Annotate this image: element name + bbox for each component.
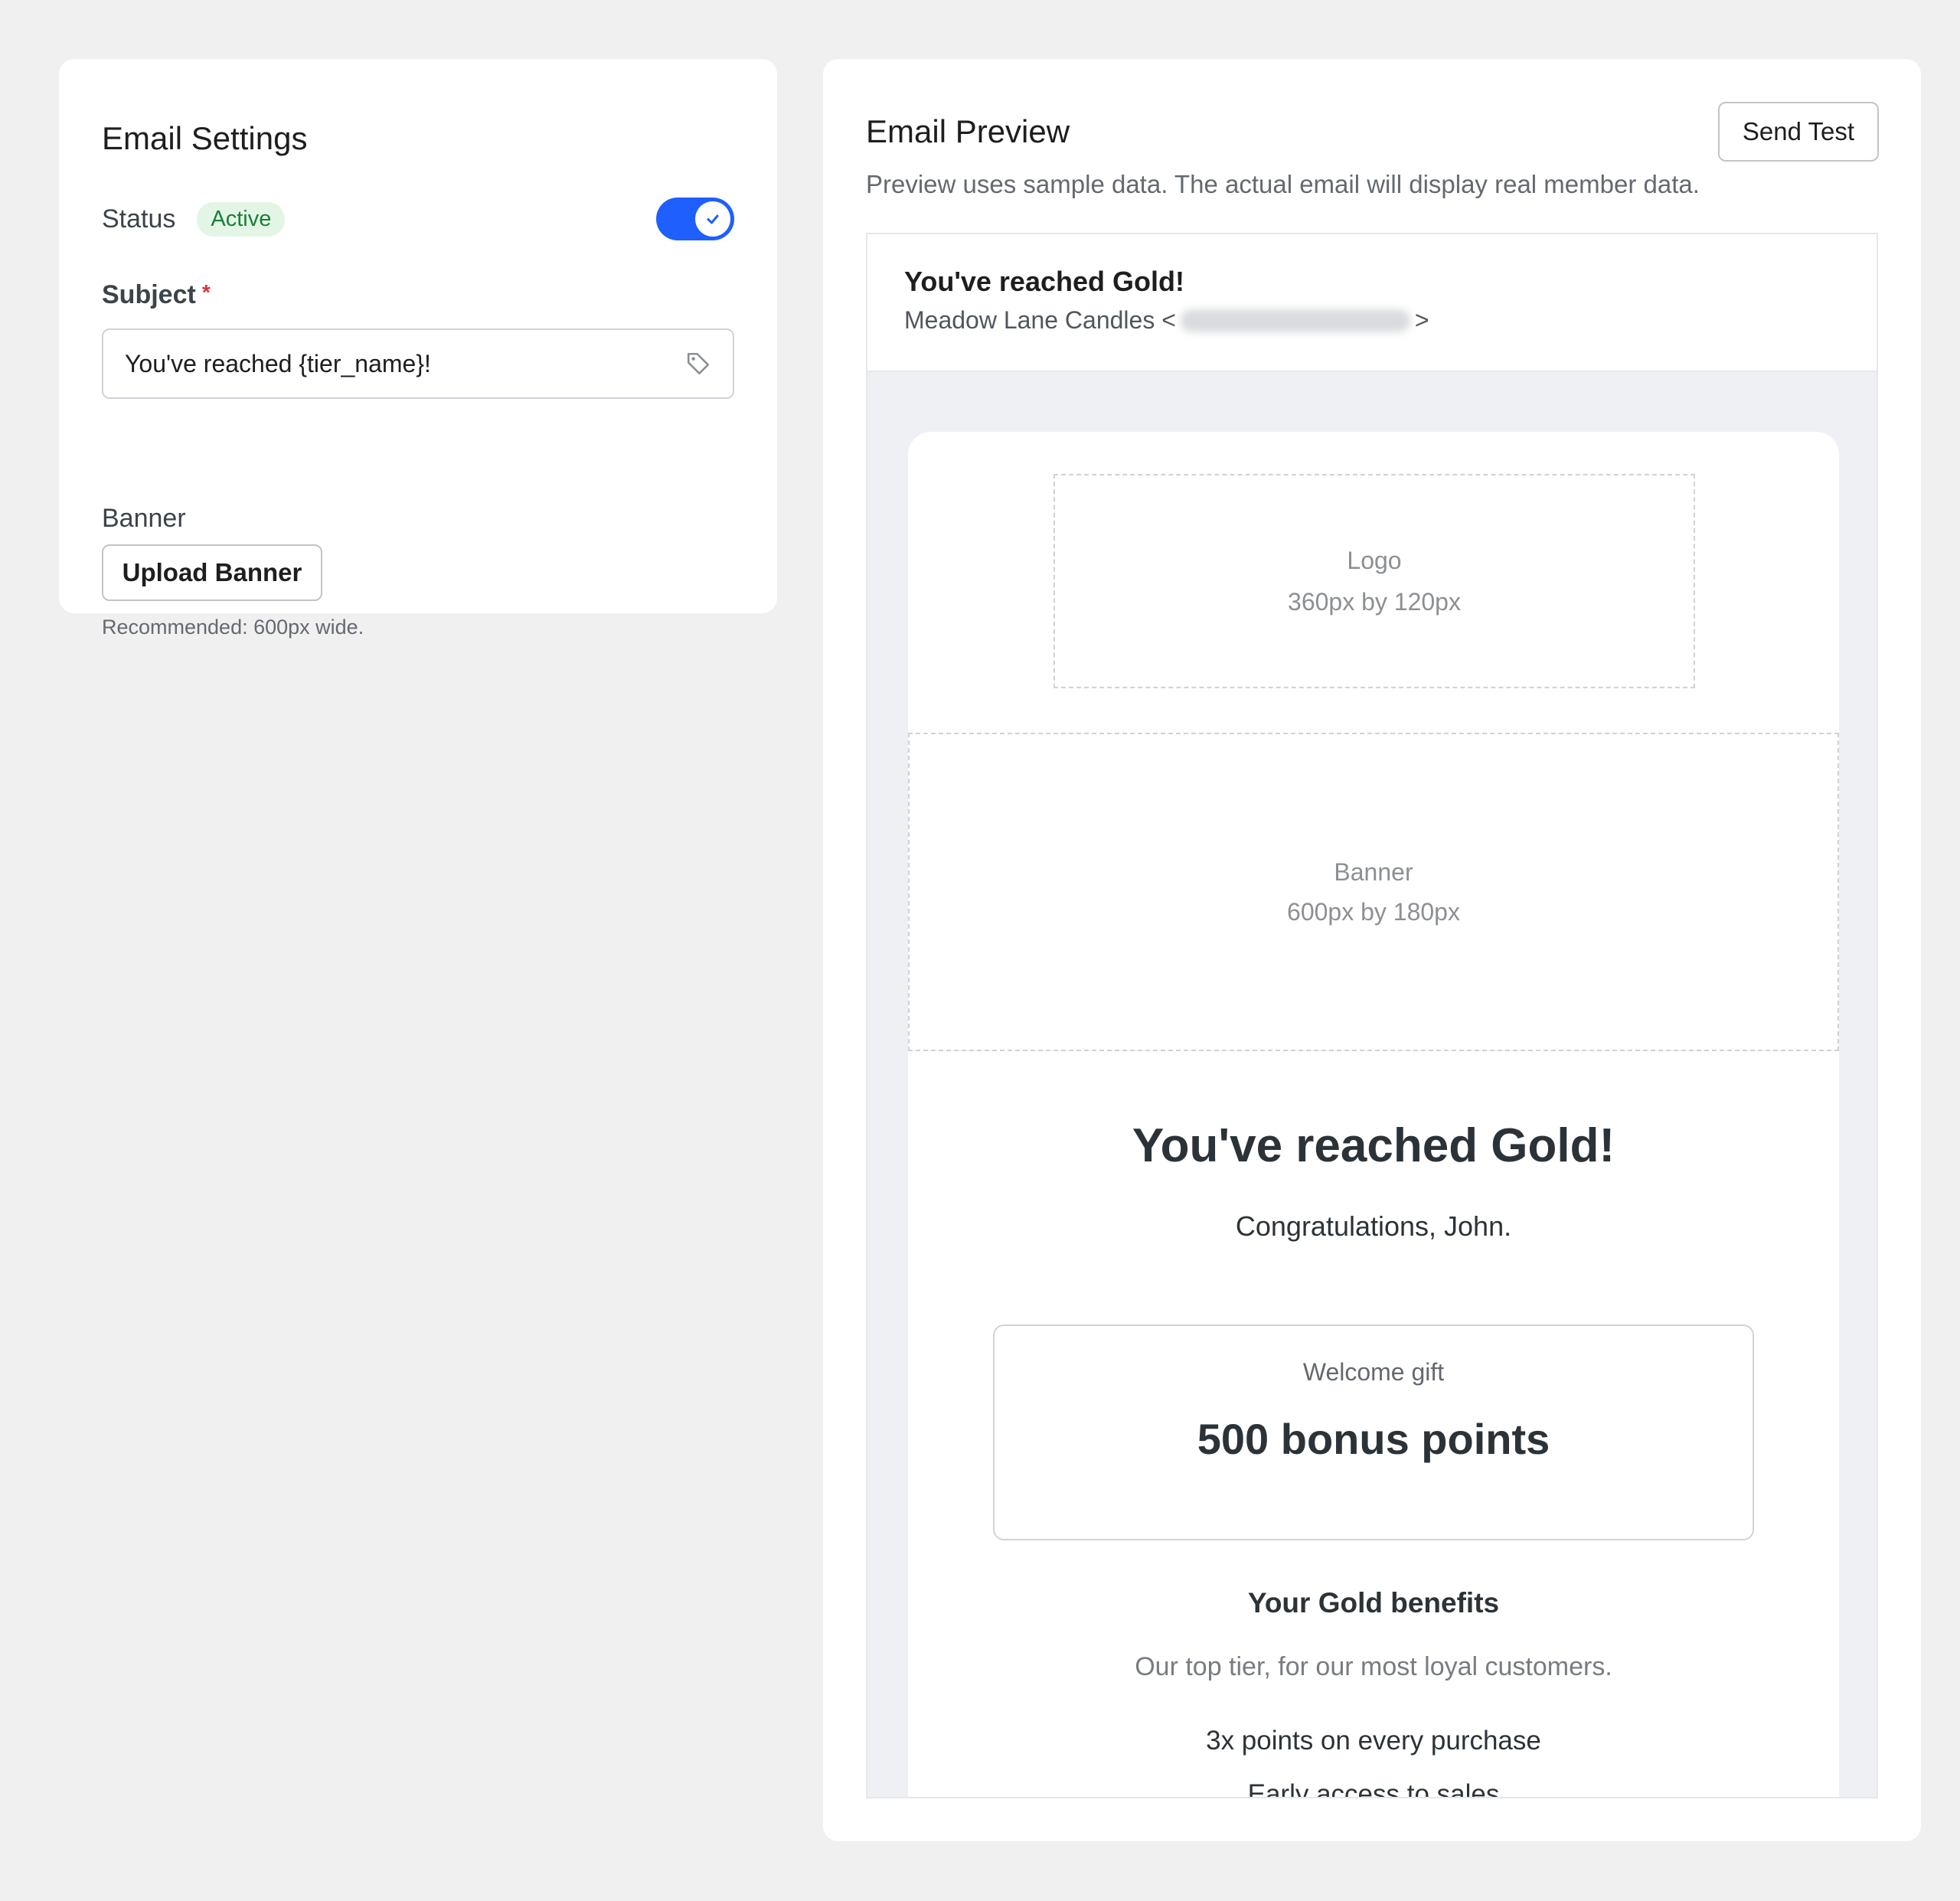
email-preview-frame[interactable]: You've reached Gold! Meadow Lane Candles…: [866, 233, 1878, 1798]
email-body: Logo 360px by 120px Banner 600px by 180p…: [908, 432, 1839, 1798]
email-headline: You've reached Gold!: [1132, 1119, 1615, 1172]
status-row: Status Active: [102, 194, 734, 244]
benefits-title: Your Gold benefits: [1247, 1587, 1500, 1618]
email-from: Meadow Lane Candles < >: [904, 306, 1877, 335]
sender-name: Meadow Lane Candles <: [904, 306, 1176, 334]
email-settings-card: Email Settings Status Active Subject* Ba…: [59, 59, 777, 639]
preview-note: Preview uses sample data. The actual ema…: [866, 170, 1700, 198]
banner-hint: Recommended: 600px wide.: [102, 616, 364, 639]
email-header: You've reached Gold! Meadow Lane Candles…: [867, 234, 1877, 372]
tag-icon[interactable]: [684, 349, 713, 378]
status-toggle[interactable]: [656, 198, 734, 240]
banner-label: Banner: [102, 504, 186, 533]
upload-banner-button[interactable]: Upload Banner: [102, 544, 322, 601]
subject-label-text: Subject: [102, 280, 196, 309]
banner-placeholder-label: Banner: [1334, 858, 1413, 886]
email-preview-card: Email Preview Send Test Preview uses sam…: [823, 59, 1921, 1841]
sender-close: >: [1414, 306, 1429, 334]
welcome-gift-box: Welcome gift 500 bonus points: [993, 1324, 1754, 1540]
logo-placeholder: Logo 360px by 120px: [1054, 474, 1695, 688]
benefits-description: Our top tier, for our most loyal custome…: [1135, 1652, 1612, 1681]
status-label: Status: [102, 204, 176, 234]
subject-input[interactable]: [123, 348, 684, 379]
status-badge: Active: [197, 201, 286, 237]
email-greeting: Congratulations, John.: [1235, 1210, 1512, 1242]
send-test-button[interactable]: Send Test: [1718, 102, 1879, 162]
benefit-item: 3x points on every purchase: [1206, 1726, 1541, 1756]
preview-title: Email Preview: [866, 113, 1070, 149]
benefit-item: Early access to sales: [1247, 1779, 1500, 1798]
subject-field: [102, 328, 734, 399]
banner-placeholder-size: 600px by 180px: [1287, 898, 1460, 926]
gift-label: Welcome gift: [1302, 1358, 1445, 1386]
blurred-sender-address: [1180, 309, 1410, 332]
email-subject: You've reached Gold!: [904, 266, 1184, 297]
logo-placeholder-size: 360px by 120px: [1288, 588, 1461, 616]
banner-placeholder: Banner 600px by 180px: [908, 733, 1839, 1051]
required-marker: *: [201, 280, 211, 304]
logo-placeholder-label: Logo: [1347, 547, 1402, 574]
settings-title: Email Settings: [102, 120, 308, 156]
check-icon: [695, 201, 730, 237]
benefits-list: 3x points on every purchase Early access…: [908, 1714, 1839, 1798]
subject-label: Subject *: [102, 280, 211, 310]
gift-value: 500 bonus points: [1197, 1415, 1550, 1463]
